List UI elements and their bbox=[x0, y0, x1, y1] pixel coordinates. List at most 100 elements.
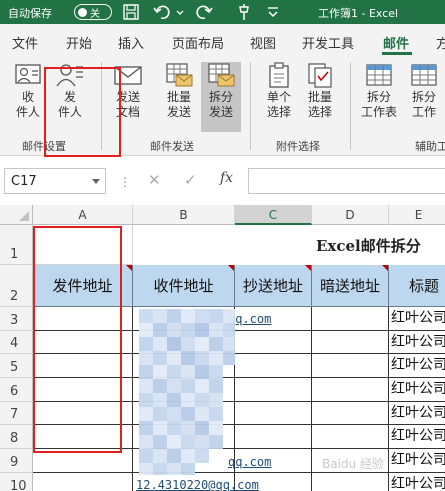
cell-d6[interactable] bbox=[312, 378, 389, 402]
tab-home[interactable]: 开始 bbox=[66, 33, 92, 52]
cell-c4[interactable] bbox=[235, 331, 312, 354]
row-header-6[interactable]: 6 bbox=[0, 378, 33, 402]
column-header-d[interactable]: D bbox=[312, 205, 389, 225]
cell-e3[interactable]: 红叶公司 bbox=[389, 307, 445, 331]
header-recipient-address[interactable]: 收件地址 bbox=[133, 265, 235, 307]
comment-indicator-icon bbox=[126, 265, 132, 271]
header-subject[interactable]: 标题 bbox=[389, 265, 445, 307]
undo-dropdown-icon[interactable] bbox=[176, 3, 184, 21]
redo-icon[interactable] bbox=[195, 3, 213, 21]
group-aux-tools: 辅助工 bbox=[415, 140, 445, 153]
chevron-down-icon[interactable] bbox=[92, 179, 100, 184]
cell-e5[interactable]: 红叶公司 bbox=[389, 354, 445, 378]
cell-a10[interactable] bbox=[33, 473, 133, 491]
group-mail-send: 邮件发送 bbox=[150, 140, 194, 153]
sender-label-2: 件人 bbox=[57, 105, 82, 119]
name-box[interactable]: C17 bbox=[4, 168, 106, 194]
insert-function-icon[interactable]: fx bbox=[220, 170, 233, 186]
cell-d10[interactable] bbox=[312, 473, 389, 491]
cell-e10[interactable]: 红叶公司 bbox=[389, 473, 445, 491]
split-workbook-button[interactable]: 拆分 工作 bbox=[404, 62, 444, 132]
privacy-mosaic bbox=[139, 309, 235, 475]
cell-a3[interactable] bbox=[33, 307, 133, 331]
batch-clipboard-icon bbox=[308, 63, 332, 88]
header-bcc-address[interactable]: 暗送地址 bbox=[312, 265, 389, 307]
cell-c5[interactable] bbox=[235, 354, 312, 378]
row-header-5[interactable]: 5 bbox=[0, 354, 33, 378]
ribbon-separator bbox=[101, 62, 102, 150]
row-header-7[interactable]: 7 bbox=[0, 402, 33, 425]
single-select-label-1: 单个 bbox=[266, 90, 291, 104]
cell-d8[interactable] bbox=[312, 425, 389, 449]
cell-a5[interactable] bbox=[33, 354, 133, 378]
tab-page-layout[interactable]: 页面布局 bbox=[172, 33, 224, 52]
formula-bar-grip[interactable]: ⋮ bbox=[119, 175, 132, 189]
tab-view[interactable]: 视图 bbox=[250, 33, 276, 52]
tab-more[interactable]: 方 bbox=[436, 33, 445, 52]
formula-input[interactable] bbox=[248, 168, 445, 194]
split-send-button[interactable]: 拆分 发送 bbox=[201, 62, 241, 132]
sheet-title[interactable]: Excel邮件拆分 bbox=[316, 235, 421, 256]
batch-select-button[interactable]: 批量 选择 bbox=[300, 62, 340, 132]
cell-d3[interactable] bbox=[312, 307, 389, 331]
cell-c8[interactable] bbox=[235, 425, 312, 449]
cell-e4[interactable]: 红叶公司 bbox=[389, 331, 445, 354]
autosave-toggle[interactable]: 关 bbox=[74, 4, 112, 20]
row-header-1[interactable]: 1 bbox=[0, 225, 33, 265]
row-header-10[interactable]: 10 bbox=[0, 473, 33, 491]
undo-icon[interactable] bbox=[153, 3, 171, 21]
cell-a8[interactable] bbox=[33, 425, 133, 449]
row-header-2[interactable]: 2 bbox=[0, 265, 33, 307]
group-attachment-select: 附件选择 bbox=[276, 140, 320, 153]
tab-mailings[interactable]: 邮件 bbox=[383, 33, 409, 52]
batch-send-icon bbox=[166, 63, 193, 87]
cell-e7[interactable]: 红叶公司 bbox=[389, 402, 445, 425]
recipients-label-2: 件人 bbox=[15, 105, 40, 119]
cell-e8[interactable]: 红叶公司 bbox=[389, 425, 445, 449]
cell-e6[interactable]: 红叶公司 bbox=[389, 378, 445, 402]
cell-a1[interactable] bbox=[33, 225, 133, 265]
recipients-button[interactable]: 收 件人 bbox=[8, 62, 48, 132]
header-cc-address[interactable]: 抄送地址 bbox=[235, 265, 312, 307]
cell-d4[interactable] bbox=[312, 331, 389, 354]
cell-a7[interactable] bbox=[33, 402, 133, 425]
row-header-8[interactable]: 8 bbox=[0, 425, 33, 449]
enter-icon[interactable]: ✓ bbox=[184, 171, 197, 189]
send-document-button[interactable]: 发送 文档 bbox=[108, 62, 148, 132]
send-document-label-1: 发送 bbox=[115, 90, 140, 104]
row-header-3[interactable]: 3 bbox=[0, 307, 33, 331]
cell-c6[interactable] bbox=[235, 378, 312, 402]
batch-send-button[interactable]: 批量 发送 bbox=[159, 62, 199, 132]
row-header-4[interactable]: 4 bbox=[0, 331, 33, 354]
customize-toolbar-icon[interactable] bbox=[264, 3, 282, 21]
split-workbook-icon bbox=[411, 64, 437, 86]
pin-icon[interactable] bbox=[235, 3, 253, 21]
sender-button[interactable]: 发 件人 bbox=[50, 62, 90, 132]
cell-d7[interactable] bbox=[312, 402, 389, 425]
select-all-corner[interactable] bbox=[0, 205, 33, 225]
single-select-button[interactable]: 单个 选择 bbox=[259, 62, 299, 132]
ribbon-separator bbox=[350, 62, 351, 150]
cell-a4[interactable] bbox=[33, 331, 133, 354]
cell-c7[interactable] bbox=[235, 402, 312, 425]
autosave-label: 自动保存 bbox=[8, 7, 52, 20]
cell-e9[interactable]: 红叶公司 bbox=[389, 449, 445, 473]
column-header-a[interactable]: A bbox=[33, 205, 133, 225]
save-icon[interactable] bbox=[122, 3, 140, 21]
tab-insert[interactable]: 插入 bbox=[118, 33, 144, 52]
tab-developer[interactable]: 开发工具 bbox=[302, 33, 354, 52]
row-header-9[interactable]: 9 bbox=[0, 449, 33, 473]
split-sheet-button[interactable]: 拆分 工作表 bbox=[359, 62, 399, 132]
cell-d5[interactable] bbox=[312, 354, 389, 378]
split-send-label-1: 拆分 bbox=[208, 90, 233, 104]
cancel-icon[interactable]: ✕ bbox=[148, 171, 161, 189]
header-sender-address[interactable]: 发件地址 bbox=[33, 265, 133, 307]
cell-a6[interactable] bbox=[33, 378, 133, 402]
column-header-b[interactable]: B bbox=[133, 205, 235, 225]
tab-file[interactable]: 文件 bbox=[12, 33, 38, 52]
spreadsheet-grid[interactable]: A B C D E 1 2 3 4 5 6 7 8 9 10 Excel邮件拆分… bbox=[0, 205, 445, 491]
cell-a9[interactable] bbox=[33, 449, 133, 473]
batch-send-label-1: 批量 bbox=[166, 90, 191, 104]
column-header-c[interactable]: C bbox=[235, 205, 312, 225]
column-header-e[interactable]: E bbox=[389, 205, 445, 225]
